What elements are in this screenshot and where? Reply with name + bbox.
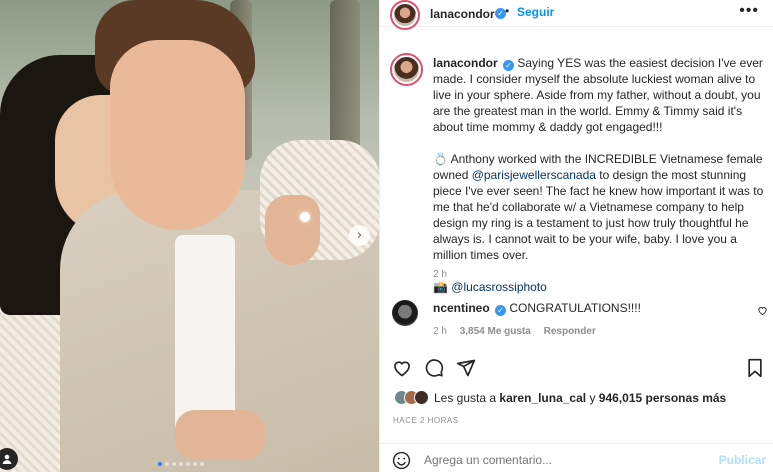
caption-paragraph: lanacondor ✓ Saying YES was the easiest … — [433, 55, 768, 135]
photo-face-man — [110, 40, 245, 230]
carousel-dot — [158, 462, 162, 466]
commenter-avatar[interactable] — [392, 300, 418, 326]
publish-button[interactable]: Publicar — [719, 453, 766, 467]
emoji-icon[interactable] — [392, 451, 411, 470]
ring-emoji-icon: 💍 — [433, 152, 448, 166]
comment-bubble-icon[interactable] — [424, 358, 444, 378]
post-caption: lanacondor ✓ Saying YES was the easiest … — [433, 55, 768, 311]
like-heart-icon[interactable] — [392, 358, 412, 378]
bookmark-icon[interactable] — [746, 358, 764, 378]
liker-avatar — [414, 390, 429, 405]
add-comment-bar: Publicar — [380, 443, 773, 472]
caption-timestamp[interactable]: 2 h — [433, 269, 447, 280]
comment-likes[interactable]: 3,854 Me gusta — [460, 326, 531, 337]
chevron-right-icon: › — [356, 228, 363, 243]
post-header: lanacondor ✓ • Seguir ••• — [380, 0, 773, 30]
author-username[interactable]: lanacondor — [430, 7, 495, 21]
carousel-next-button[interactable]: › — [349, 225, 370, 246]
post-actions — [380, 355, 773, 383]
camera-emoji-icon: 📸 — [433, 280, 448, 294]
verified-badge-icon: ✓ — [495, 305, 507, 316]
post-details-panel: lanacondor ✓ • Seguir ••• lanacondor ✓ S… — [379, 0, 773, 472]
comment-timestamp[interactable]: 2 h — [433, 326, 447, 337]
separator-dot: • — [505, 4, 510, 18]
caption-paragraph: 📸 @lucasrossiphoto — [433, 279, 768, 295]
user-icon — [2, 454, 12, 464]
photo-ring — [300, 212, 310, 222]
likes-count[interactable]: 946,015 personas más — [599, 391, 726, 405]
share-paper-plane-icon[interactable] — [456, 358, 476, 378]
background-tree — [330, 0, 360, 150]
likes-prefix: Les gusta a — [434, 390, 497, 405]
liker-username[interactable]: karen_luna_cal — [499, 391, 586, 405]
comment-like-heart-icon[interactable] — [757, 305, 768, 316]
carousel-dot — [200, 462, 204, 466]
caption-avatar[interactable] — [390, 53, 423, 86]
caption-paragraph: 💍 Anthony worked with the INCREDIBLE Vie… — [433, 151, 768, 263]
likes-connector: y — [589, 390, 596, 405]
comment-text: CONGRATULATIONS!!!! — [509, 301, 641, 315]
commenter-username[interactable]: ncentineo — [433, 301, 490, 315]
reply-button[interactable]: Responder — [544, 326, 596, 337]
comments-section: lanacondor ✓ Saying YES was the easiest … — [380, 53, 773, 355]
verified-badge-icon: ✓ — [503, 60, 515, 71]
comment-meta: 2 h 3,854 Me gusta Responder — [433, 326, 596, 337]
carousel-dot — [193, 462, 197, 466]
photo-hands — [175, 410, 265, 460]
caption-text: to design the most stunning piece I've e… — [433, 168, 764, 262]
mention-link[interactable]: @lucasrossiphoto — [451, 280, 547, 294]
photo-hand — [265, 195, 320, 265]
carousel-dot — [165, 462, 169, 466]
caption-username[interactable]: lanacondor — [433, 56, 498, 70]
carousel-dot — [186, 462, 190, 466]
comment-input[interactable] — [424, 453, 684, 467]
likes-text: Les gusta a karen_luna_cal y 946,015 per… — [434, 391, 726, 405]
author-avatar[interactable] — [390, 0, 420, 30]
photo-tee — [175, 235, 235, 435]
post-photo[interactable]: › — [0, 0, 379, 472]
likes-summary: Les gusta a karen_luna_cal y 946,015 per… — [394, 390, 726, 405]
carousel-dot — [179, 462, 183, 466]
mention-link[interactable]: @parisjewellerscanada — [472, 168, 596, 182]
more-options-icon[interactable]: ••• — [739, 2, 759, 20]
follow-button[interactable]: Seguir — [517, 5, 554, 19]
comment: ncentineo ✓ CONGRATULATIONS!!!! — [433, 301, 641, 316]
post-age[interactable]: HACE 2 HORAS — [393, 416, 459, 425]
carousel-dot — [172, 462, 176, 466]
carousel-dots — [158, 462, 204, 466]
